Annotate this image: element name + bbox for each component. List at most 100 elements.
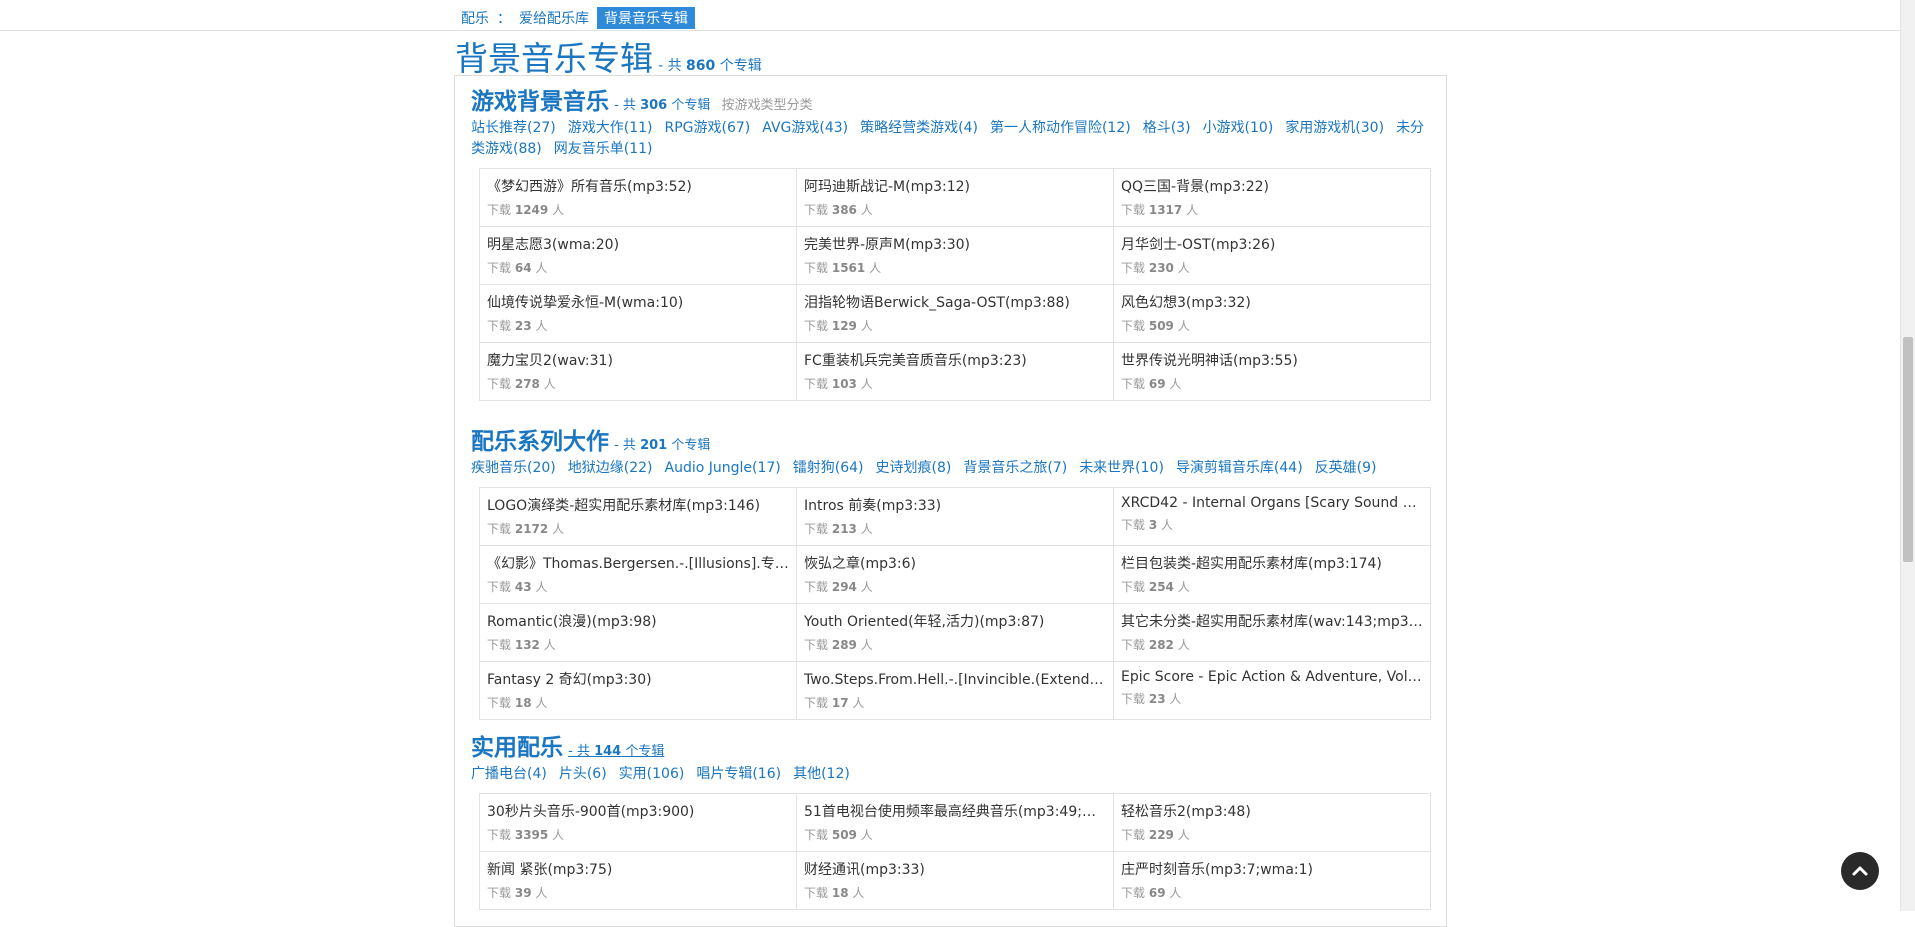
download-number: 254 [1148,580,1174,594]
category-link[interactable]: 史诗划痕(8) [876,460,952,476]
download-unit: 人 [535,261,548,275]
page-scrollbar[interactable] [1900,0,1915,911]
album-cell: 魔力宝贝2(wav:31) 下载 278 人 [480,343,797,401]
album-title-link[interactable]: 栏目包装类-超实用配乐素材库(mp3:174) [1121,553,1424,573]
category-link[interactable]: 地狱边缘(22) [568,460,653,476]
album-cell: 完美世界-原声M(mp3:30) 下载 1561 人 [797,227,1114,285]
section-count[interactable]: - 共 306 个专辑 [614,98,710,113]
category-link[interactable]: 背景音乐之旅(7) [963,460,1067,476]
section-heading: 游戏背景音乐 - 共 306 个专辑 按游戏类型分类 [471,82,1431,116]
album-title-link[interactable]: Intros 前奏(mp3:33) [804,495,1107,515]
album-title-link[interactable]: 泪指轮物语Berwick_Saga-OST(mp3:88) [804,292,1107,312]
category-link[interactable]: 网友音乐单(11) [554,141,653,157]
album-title-link[interactable]: 《梦幻西游》所有音乐(mp3:52) [487,176,790,196]
scrollbar-thumb[interactable] [1903,337,1913,562]
breadcrumb-library-link[interactable]: 爱给配乐库 [519,8,589,28]
album-title-link[interactable]: 庄严时刻音乐(mp3:7;wma:1) [1121,859,1424,879]
download-label: 下载 [1121,319,1146,333]
download-number: 509 [1148,319,1174,333]
category-link[interactable]: 格斗(3) [1143,120,1191,136]
download-number: 69 [1148,886,1166,900]
album-title-link[interactable]: 51首电视台使用频率最高经典音乐(mp3:49;wma:2) [804,801,1107,821]
category-link[interactable]: 策略经营类游戏(4) [860,120,978,136]
album-title-link[interactable]: XRCD42 - Internal Organs [Scary Sound De… [1121,495,1424,511]
album-cell: LOGO演绎类-超实用配乐素材库(mp3:146) 下载 2172 人 [480,488,797,546]
section-heading: 配乐系列大作 - 共 201 个专辑 [471,422,1431,456]
category-link[interactable]: 站长推荐(27) [471,120,556,136]
download-label: 下载 [487,638,512,652]
download-number: 282 [1148,638,1174,652]
category-link[interactable]: 导演剪辑音乐库(44) [1176,460,1303,476]
album-title-link[interactable]: 完美世界-原声M(mp3:30) [804,234,1107,254]
album-title-link[interactable]: 世界传说光明神话(mp3:55) [1121,350,1424,370]
category-link[interactable]: 未来世界(10) [1079,460,1164,476]
download-unit: 人 [543,638,556,652]
category-link[interactable]: 第一人称动作冒险(12) [990,120,1131,136]
album-title-link[interactable]: Two.Steps.From.Hell.-.[Invincible.(Exten… [804,669,1107,689]
section-count[interactable]: - 共 144 个专辑 [568,744,664,759]
section-extra-link[interactable]: 按游戏类型分类 [721,98,812,113]
section-count[interactable]: - 共 201 个专辑 [614,438,710,453]
download-number: 1561 [831,261,866,275]
download-label: 下载 [804,638,829,652]
download-unit: 人 [535,696,548,710]
download-count: 下载 3 人 [1121,516,1424,533]
category-link[interactable]: 实用(106) [619,766,685,782]
category-link[interactable]: 家用游戏机(30) [1285,120,1384,136]
album-title-link[interactable]: 月华剑士-OST(mp3:26) [1121,234,1424,254]
album-title-link[interactable]: QQ三国-背景(mp3:22) [1121,176,1424,196]
album-title-link[interactable]: 风色幻想3(mp3:32) [1121,292,1424,312]
breadcrumb-current[interactable]: 背景音乐专辑 [597,7,695,29]
album-title-link[interactable]: 阿玛迪斯战记-M(mp3:12) [804,176,1107,196]
category-link[interactable]: 小游戏(10) [1203,120,1274,136]
download-number: 1317 [1148,203,1183,217]
download-label: 下载 [487,580,512,594]
download-number: 3 [1148,518,1158,532]
album-title-link[interactable]: 仙境传说挚爱永恒-M(wma:10) [487,292,790,312]
top-bar: 配乐 ： 爱给配乐库 背景音乐专辑 [0,0,1915,31]
album-title-link[interactable]: Epic Score - Epic Action & Adventure, Vo… [1121,669,1424,685]
category-link[interactable]: 镭射狗(64) [793,460,864,476]
category-link[interactable]: 唱片专辑(16) [696,766,781,782]
breadcrumb-root-link[interactable]: 配乐 [461,8,489,28]
category-links: 疾驰音乐(20) 地狱边缘(22) Audio Jungle(17) 镭射狗(64) 史… [471,458,1431,479]
category-link[interactable]: 游戏大作(11) [568,120,653,136]
count-prefix: - 共 [658,58,687,74]
album-title-link[interactable]: 《幻影》Thomas.Bergersen.-.[Illusions].专辑.(m… [487,553,790,573]
section-title[interactable]: 配乐系列大作 [471,428,609,455]
album-title-link[interactable]: 新闻 紧张(mp3:75) [487,859,790,879]
chevron-up-icon [1852,866,1868,876]
category-link[interactable]: RPG游戏(67) [665,120,751,136]
album-title-link[interactable]: Fantasy 2 奇幻(mp3:30) [487,669,790,689]
section-title[interactable]: 游戏背景音乐 [471,88,609,115]
category-link[interactable]: AVG游戏(43) [762,120,848,136]
album-title-link[interactable]: FC重装机兵完美音质音乐(mp3:23) [804,350,1107,370]
category-link[interactable]: 其他(12) [793,766,850,782]
section-title[interactable]: 实用配乐 [471,734,563,761]
back-to-top-button[interactable] [1841,852,1879,890]
album-title-link[interactable]: 其它未分类-超实用配乐素材库(wav:143;mp3:33) [1121,611,1424,631]
count-suffix: 个专辑 [621,744,665,759]
download-unit: 人 [1169,886,1182,900]
category-link[interactable]: 反英雄(9) [1315,460,1377,476]
album-title-link[interactable]: 明星志愿3(wma:20) [487,234,790,254]
album-title-link[interactable]: 财经通讯(mp3:33) [804,859,1107,879]
download-unit: 人 [535,319,548,333]
category-link[interactable]: 片头(6) [559,766,607,782]
download-number: 294 [831,580,857,594]
download-count: 下载 509 人 [804,826,1107,843]
album-title-link[interactable]: 魔力宝贝2(wav:31) [487,350,790,370]
download-count: 下载 509 人 [1121,317,1424,334]
album-title-link[interactable]: Youth Oriented(年轻,活力)(mp3:87) [804,611,1107,631]
album-title-link[interactable]: 30秒片头音乐-900首(mp3:900) [487,801,790,821]
download-label: 下载 [804,319,829,333]
category-link[interactable]: Audio Jungle(17) [665,460,781,476]
category-link[interactable]: 广播电台(4) [471,766,547,782]
album-title-link[interactable]: LOGO演绎类-超实用配乐素材库(mp3:146) [487,495,790,515]
album-title-link[interactable]: Romantic(浪漫)(mp3:98) [487,611,790,631]
download-number: 278 [514,377,540,391]
album-title-link[interactable]: 轻松音乐2(mp3:48) [1121,801,1424,821]
download-unit: 人 [1169,377,1182,391]
album-title-link[interactable]: 恢弘之章(mp3:6) [804,553,1107,573]
category-link[interactable]: 疾驰音乐(20) [471,460,556,476]
